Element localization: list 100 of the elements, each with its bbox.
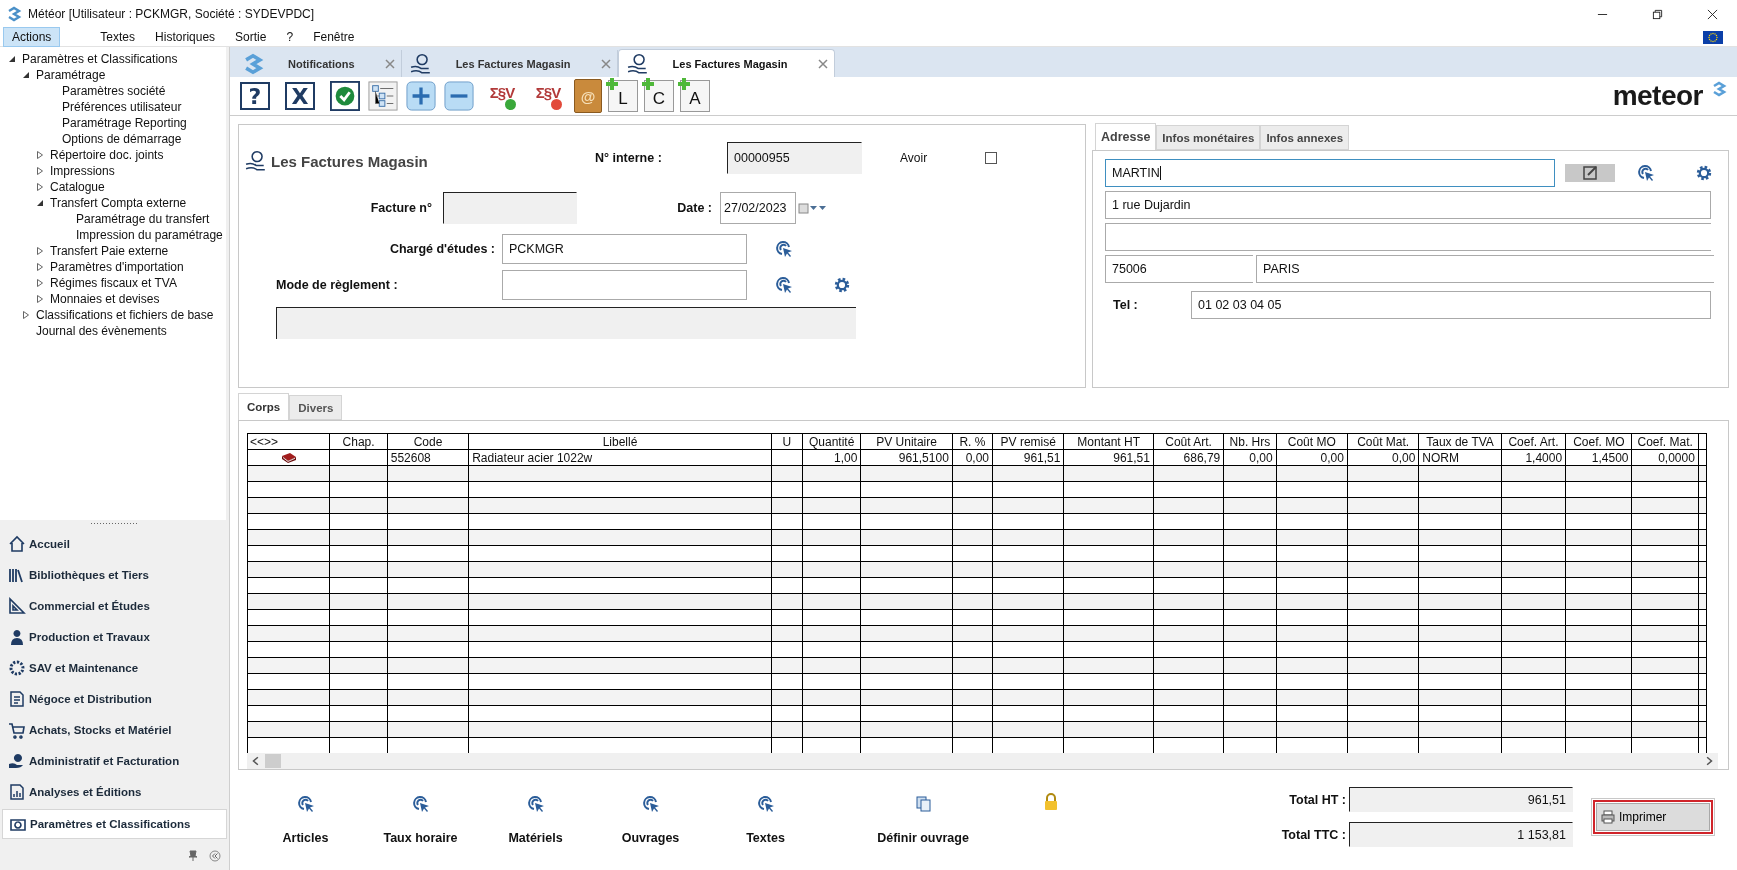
nav-item[interactable]: SAV et Maintenance	[2, 654, 227, 682]
scroll-right-icon[interactable]	[1704, 756, 1714, 766]
expander-icon[interactable]	[36, 183, 44, 191]
column-header[interactable]: Taux de TVA	[1418, 433, 1502, 450]
column-header[interactable]: Quantité	[802, 433, 861, 450]
horizontal-scrollbar[interactable]	[247, 753, 1718, 769]
print-button[interactable]: Imprimer	[1596, 803, 1710, 831]
document-tab[interactable]: Notifications	[234, 50, 402, 77]
document-tab[interactable]: Les Factures Magasin	[617, 49, 835, 77]
phone-field[interactable]: 01 02 03 04 05	[1191, 291, 1711, 319]
pick-icon[interactable]	[641, 795, 660, 813]
expander-icon[interactable]	[36, 295, 44, 303]
tree-item[interactable]: Catalogue	[50, 180, 105, 194]
memo-field[interactable]	[276, 307, 856, 339]
menu-item[interactable]: Fenêtre	[305, 28, 363, 46]
tab[interactable]: Infos annexes	[1260, 125, 1350, 150]
nav-item[interactable]: Négoce et Distribution	[2, 685, 227, 713]
toolbar-button[interactable]: C	[644, 80, 674, 112]
expander-icon[interactable]	[36, 263, 44, 271]
tree-item[interactable]: Répertoire doc. joints	[50, 148, 164, 162]
settings-icon[interactable]	[833, 276, 851, 294]
nav-item[interactable]: Accueil	[2, 530, 227, 558]
toolbar-button[interactable]: A	[680, 80, 710, 112]
document-tab[interactable]: Les Factures Magasin	[401, 50, 618, 77]
manager-field[interactable]: PCKMGR	[502, 234, 747, 264]
pick-icon[interactable]	[775, 240, 793, 258]
lock-icon[interactable]	[1043, 793, 1059, 811]
tree-item[interactable]: Paramétrage du transfert	[76, 212, 210, 226]
pick-icon[interactable]	[756, 795, 775, 813]
restore-icon[interactable]	[1652, 8, 1663, 20]
toolbar-button[interactable]: L	[608, 80, 638, 112]
nav-item[interactable]: Administratif et Facturation	[2, 747, 227, 775]
action-link[interactable]: Ouvrages	[621, 831, 680, 845]
toolbar-button[interactable]: Σ§V	[482, 82, 522, 110]
date-field[interactable]: 27/02/2023	[720, 192, 796, 224]
invoice-number-field[interactable]	[443, 192, 577, 224]
scroll-left-icon[interactable]	[251, 756, 261, 766]
menu-item[interactable]: Sortie	[227, 28, 275, 46]
expander-icon[interactable]	[36, 247, 44, 255]
copy-icon[interactable]	[914, 795, 932, 813]
column-header[interactable]: Montant HT	[1063, 433, 1154, 450]
expander-icon[interactable]	[8, 55, 16, 63]
tree-item[interactable]: Paramétrage	[36, 68, 106, 82]
tree-item[interactable]: Monnaies et devises	[50, 292, 160, 306]
tree-item[interactable]: Paramétrage Reporting	[62, 116, 187, 130]
pick-icon[interactable]	[1637, 164, 1655, 182]
column-header[interactable]: Nb. Hrs	[1223, 433, 1277, 450]
column-header[interactable]: Coût Art.	[1153, 433, 1224, 450]
toolbar-button[interactable]: ?	[240, 82, 270, 110]
column-header[interactable]: U	[771, 433, 803, 450]
expander-icon[interactable]	[36, 151, 44, 159]
scroll-thumb[interactable]	[265, 754, 281, 768]
pick-icon[interactable]	[411, 795, 430, 813]
action-link[interactable]: Articles	[282, 831, 329, 845]
pick-icon[interactable]	[526, 795, 545, 813]
nav-item[interactable]: Achats, Stocks et Matériel	[2, 716, 227, 744]
tab[interactable]: Divers	[289, 395, 343, 420]
menu-item[interactable]: Actions	[3, 27, 61, 47]
column-header[interactable]: Coef. MO	[1565, 433, 1632, 450]
tab[interactable]: Adresse	[1095, 123, 1157, 150]
expander-icon[interactable]	[36, 279, 44, 287]
validate-icon[interactable]	[330, 81, 360, 111]
tree-item[interactable]: Préférences utilisateur	[62, 100, 182, 114]
action-link[interactable]: Taux horaire	[383, 831, 458, 845]
payment-mode-field[interactable]	[502, 270, 747, 300]
expander-icon[interactable]	[36, 199, 44, 207]
menu-item[interactable]: Textes	[92, 28, 144, 46]
column-header[interactable]: Code	[387, 433, 469, 450]
column-header[interactable]: Coût MO	[1276, 433, 1348, 450]
splitter-handle[interactable]	[90, 522, 139, 526]
action-link[interactable]: Textes	[746, 831, 785, 845]
tab[interactable]: Infos monétaires	[1156, 125, 1261, 150]
close-icon[interactable]	[1707, 8, 1718, 20]
name-field[interactable]: MARTIN	[1105, 159, 1555, 187]
collapse-icon[interactable]	[209, 850, 221, 862]
nav-item[interactable]: Analyses et Éditions	[2, 778, 227, 806]
column-header[interactable]: PV Unitaire	[860, 433, 953, 450]
tree-item[interactable]: Transfert Compta externe	[50, 196, 187, 210]
tree-item[interactable]: Options de démarrage	[62, 132, 182, 146]
tree-item[interactable]: Paramètres société	[62, 84, 166, 98]
settings-icon[interactable]	[1695, 164, 1713, 182]
nav-item[interactable]: Production et Travaux	[2, 623, 227, 651]
tree-item[interactable]: Impression du paramétrage	[76, 228, 223, 242]
postcode-field[interactable]: 75006	[1105, 255, 1253, 283]
column-header[interactable]: Coef. Art.	[1501, 433, 1566, 450]
toolbar-button[interactable]: Σ§V	[528, 82, 568, 110]
tree-item[interactable]: Journal des évènements	[36, 324, 167, 338]
toolbar-button[interactable]: X	[285, 82, 315, 110]
tree-item[interactable]: Classifications et fichiers de base	[36, 308, 214, 322]
tab[interactable]: Corps	[238, 393, 290, 420]
column-header[interactable]: Chap.	[329, 433, 388, 450]
column-header[interactable]: Coût Mat.	[1347, 433, 1419, 450]
action-link[interactable]: Définir ouvrage	[877, 831, 969, 845]
nav-item[interactable]: Paramètres et Classifications	[2, 809, 227, 839]
column-header[interactable]: Libellé	[468, 433, 772, 450]
add-icon[interactable]	[406, 81, 436, 111]
calendar-dropdown-icon[interactable]	[798, 202, 828, 214]
nav-item[interactable]: Bibliothèques et Tiers	[2, 561, 227, 589]
pick-icon[interactable]	[296, 795, 315, 813]
remove-icon[interactable]	[444, 81, 474, 111]
